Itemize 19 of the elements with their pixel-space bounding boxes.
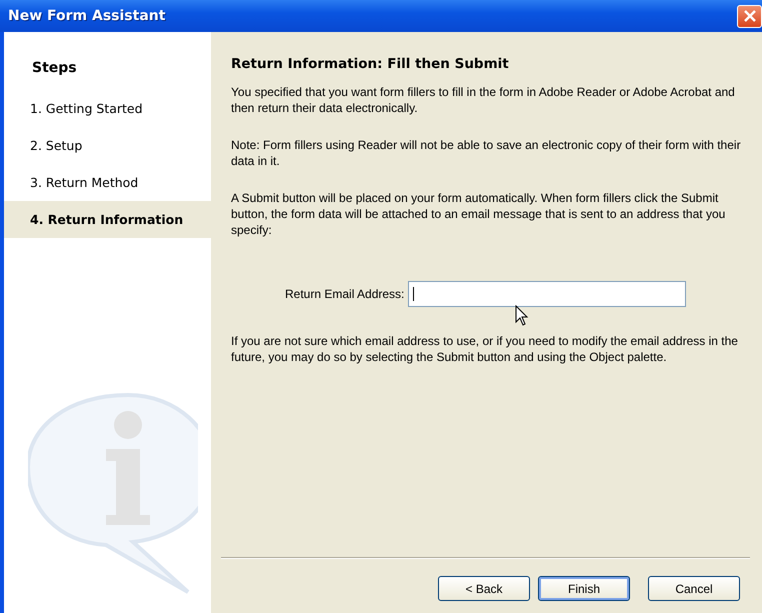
dialog-button[interactable]: Finish — [538, 576, 630, 601]
step-item: 3. Return Method — [29, 174, 140, 192]
dialog-button[interactable]: < Back — [438, 576, 530, 601]
steps-heading: Steps — [31, 60, 78, 78]
step-item: 2. Setup — [29, 137, 84, 155]
help-paragraph: If you are not sure which email address to use, or if you need to modify the email address in the future, you may do so by selecting the Submit button and using the Object palette. — [231, 333, 739, 365]
close-icon — [742, 9, 756, 23]
info-paragraph: Note: Form fillers using Reader will not be able to save an electronic copy of their form with their data in it. — [231, 137, 742, 169]
close-button[interactable] — [737, 4, 762, 28]
email-label: Return Email Address: — [285, 287, 404, 301]
dialog-button[interactable]: Cancel — [648, 576, 740, 601]
window-title: New Form Assistant — [8, 8, 166, 24]
email-input-field[interactable] — [408, 281, 686, 307]
step-item: 4. Return Information — [4, 201, 211, 238]
mouse-cursor-icon — [515, 305, 529, 327]
content-heading: Return Information: Fill then Submit — [231, 56, 510, 72]
info-paragraph: A Submit button will be placed on your form automatically. When form fillers click the Submit button, the form data will be attached to an email message that is sent to an address that you specify: — [231, 190, 726, 238]
info-paragraph: You specified that you want form fillers to fill in the form in Adobe Reader or Adobe Acrobat and then return their data electronically. — [231, 84, 736, 116]
step-item: 1. Getting Started — [29, 100, 144, 118]
